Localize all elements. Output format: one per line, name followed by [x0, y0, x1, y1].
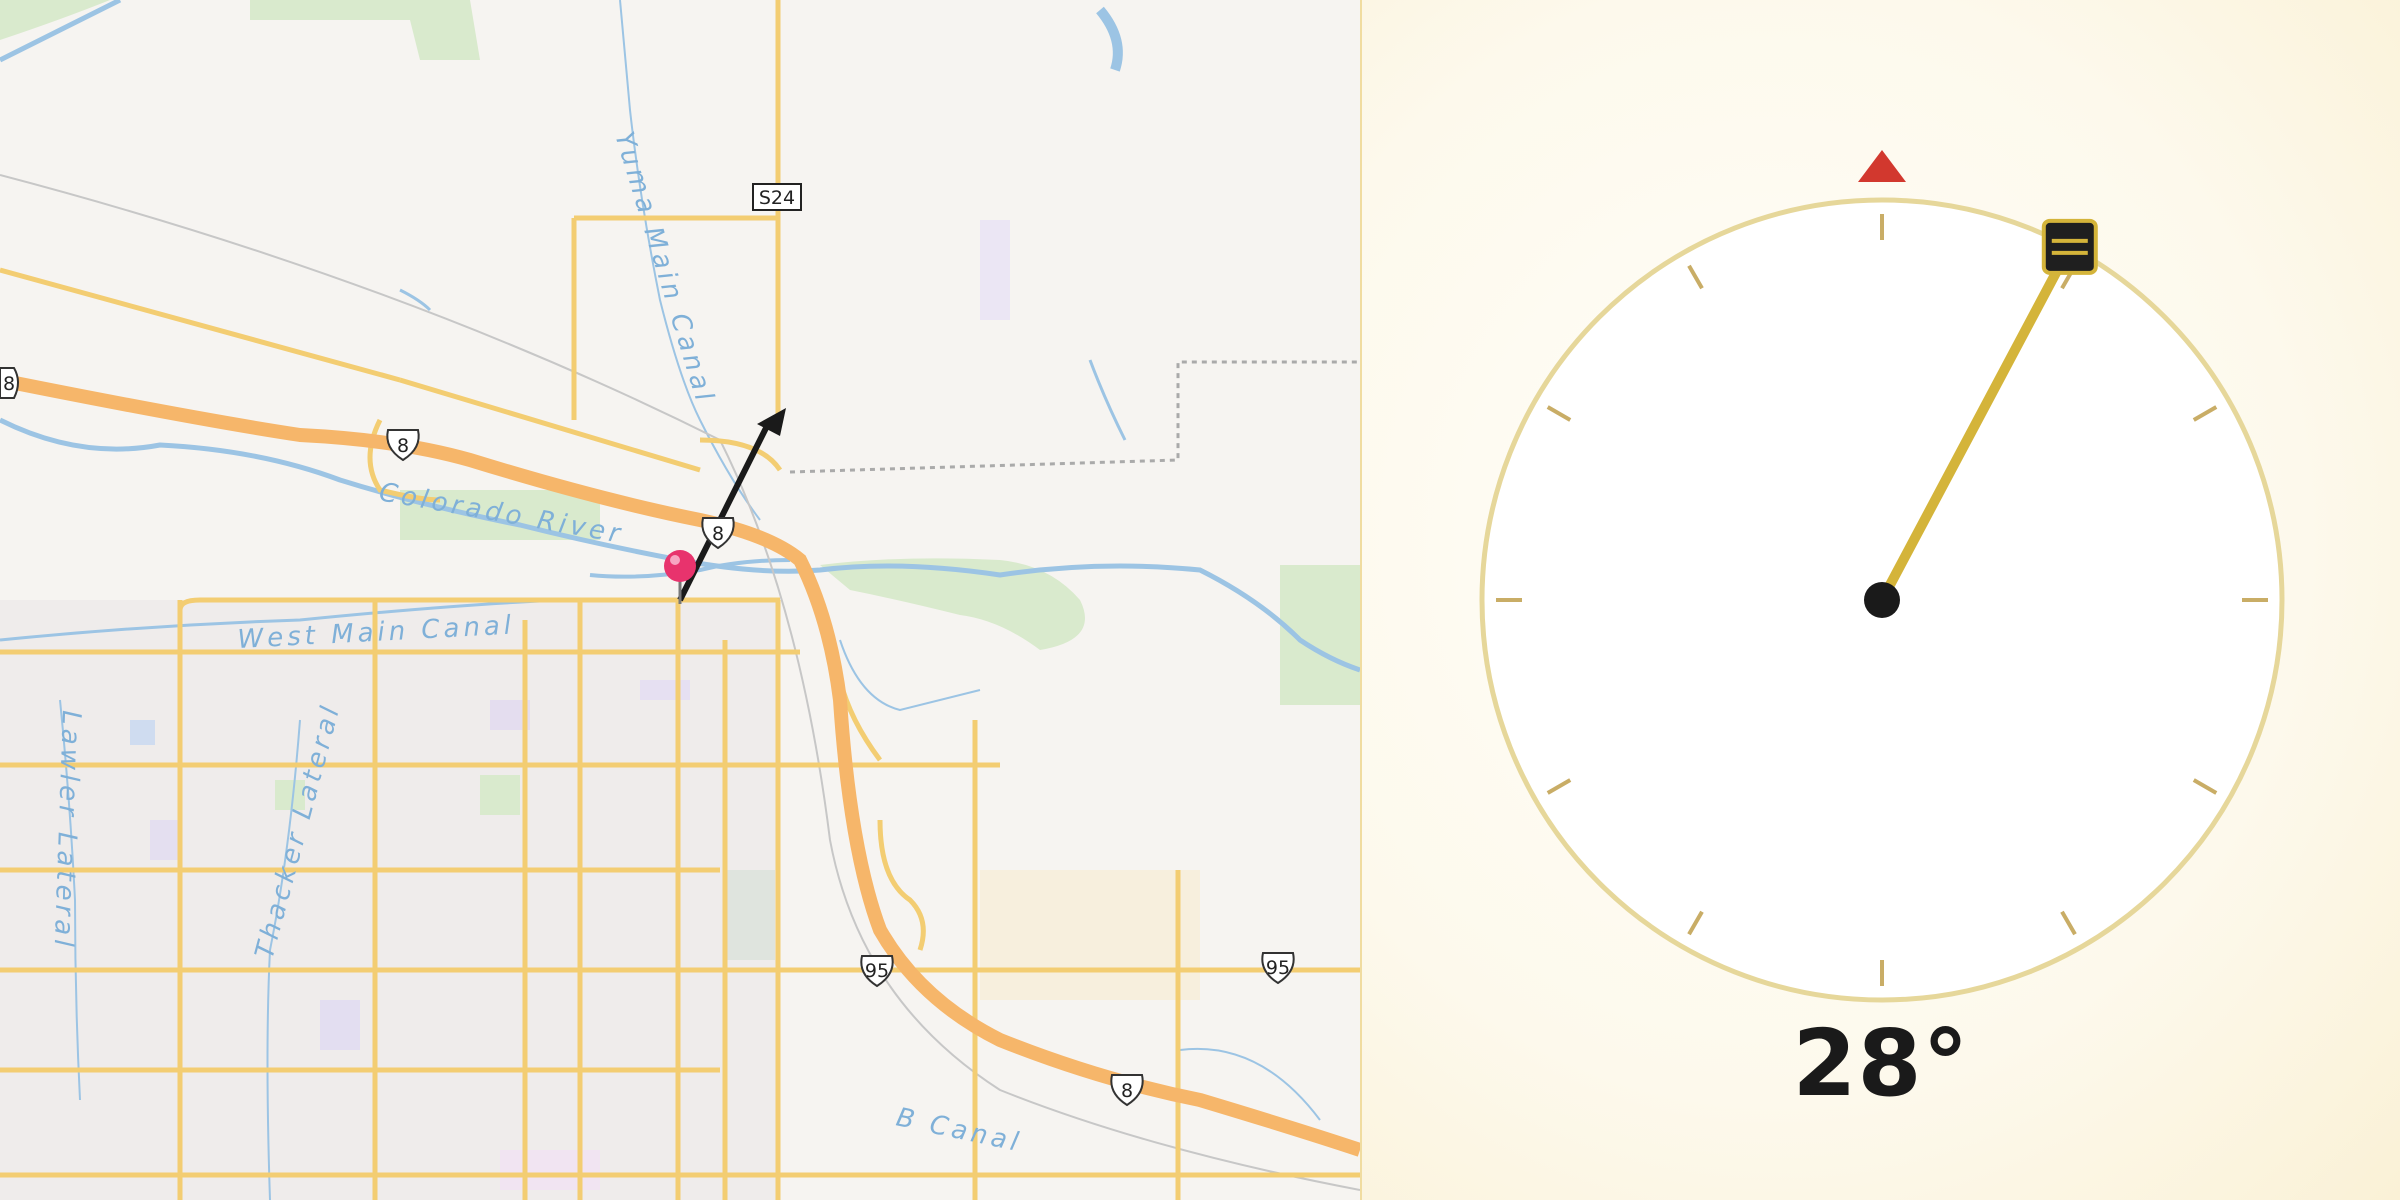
b-canal-label: B Canal — [894, 1103, 1025, 1159]
us-95-shield: 95 — [860, 955, 894, 988]
svg-text:8: 8 — [3, 373, 15, 395]
svg-text:S24: S24 — [759, 187, 795, 209]
svg-text:8: 8 — [712, 523, 724, 545]
svg-text:8: 8 — [1121, 1080, 1133, 1102]
map-view[interactable]: Colorado River Yuma Main Canal West Main… — [0, 0, 1362, 1200]
interstate-8-shield: 8 — [1110, 1074, 1144, 1107]
svg-text:95: 95 — [1266, 957, 1290, 979]
needle-handle-icon[interactable] — [2041, 218, 2098, 275]
us-95-shield: 95 — [1261, 952, 1295, 985]
location-pin[interactable] — [664, 550, 696, 604]
needle-pivot — [1864, 582, 1900, 618]
interstate-8-shield: 8 — [386, 429, 420, 462]
yuma-main-canal-label: Yuma Main Canal — [608, 128, 720, 408]
map-canvas[interactable]: Colorado River Yuma Main Canal West Main… — [0, 0, 1360, 1200]
interstate-8-shield: 8 — [0, 367, 19, 399]
north-marker-icon — [1858, 150, 1906, 182]
compass-panel: 28° — [1362, 0, 2400, 1200]
route-s24-shield: S24 — [752, 183, 802, 211]
svg-text:8: 8 — [397, 435, 409, 457]
boundary-line — [789, 360, 1360, 474]
svg-text:95: 95 — [865, 960, 889, 982]
heading-readout: 28° — [1792, 1010, 1970, 1117]
